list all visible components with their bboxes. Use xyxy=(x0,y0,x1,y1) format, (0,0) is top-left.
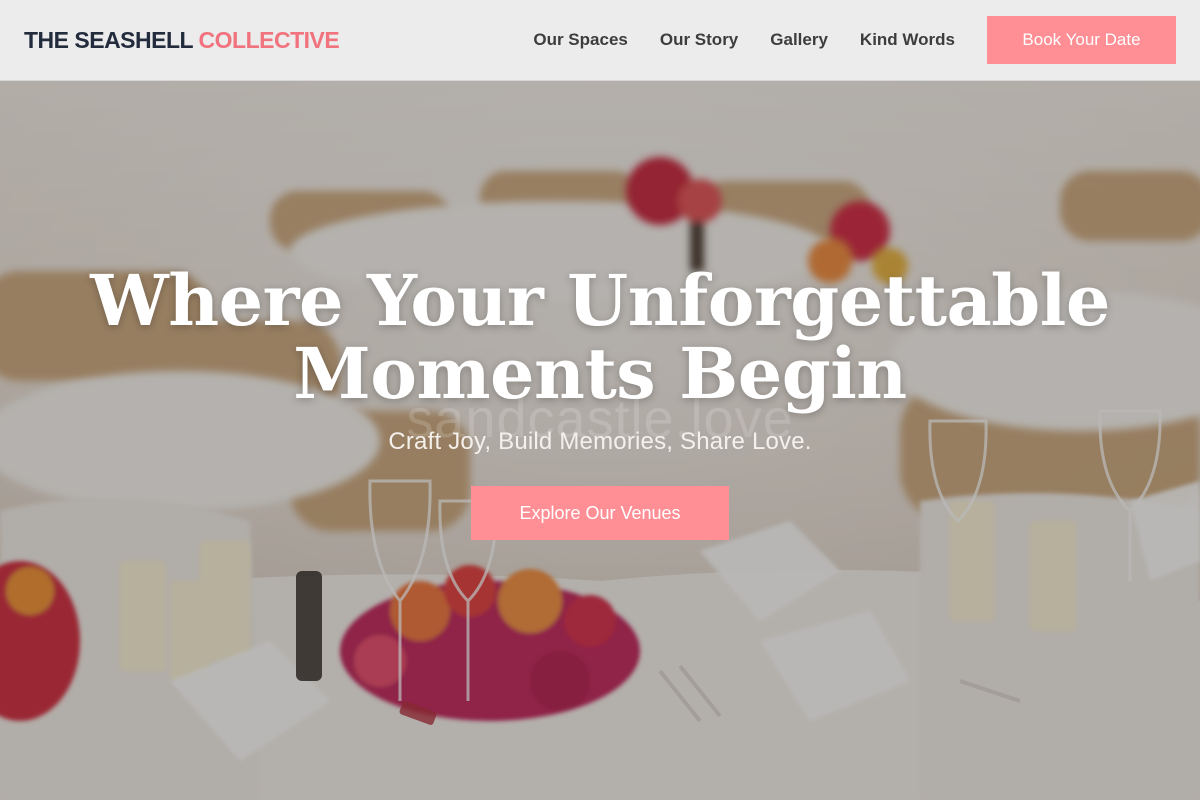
hero-section: sandcastle.love Where Your Unforgettable… xyxy=(0,81,1200,800)
brand-name-accent: COLLECTIVE xyxy=(198,26,340,53)
brand-logo[interactable]: THE SEASHELL COLLECTIVE xyxy=(24,26,340,54)
hero-title: Where Your Unforgettable Moments Begin xyxy=(0,264,1200,410)
hero-content: Where Your Unforgettable Moments Begin C… xyxy=(0,264,1200,540)
hero-subtitle: Craft Joy, Build Memories, Share Love. xyxy=(388,428,812,455)
main-nav: Our Spaces Our Story Gallery Kind Words … xyxy=(533,16,1176,64)
nav-link-our-spaces[interactable]: Our Spaces xyxy=(533,30,628,50)
nav-link-kind-words[interactable]: Kind Words xyxy=(860,30,955,50)
hero-title-line-2: Moments Begin xyxy=(293,332,907,415)
nav-link-gallery[interactable]: Gallery xyxy=(770,30,828,50)
site-header: THE SEASHELL COLLECTIVE Our Spaces Our S… xyxy=(0,0,1200,81)
hero-title-line-1: Where Your Unforgettable xyxy=(90,259,1110,342)
nav-link-our-story[interactable]: Our Story xyxy=(660,30,738,50)
book-your-date-button[interactable]: Book Your Date xyxy=(987,16,1176,64)
brand-name-main: THE SEASHELL xyxy=(24,26,193,53)
explore-our-venues-button[interactable]: Explore Our Venues xyxy=(471,486,729,540)
